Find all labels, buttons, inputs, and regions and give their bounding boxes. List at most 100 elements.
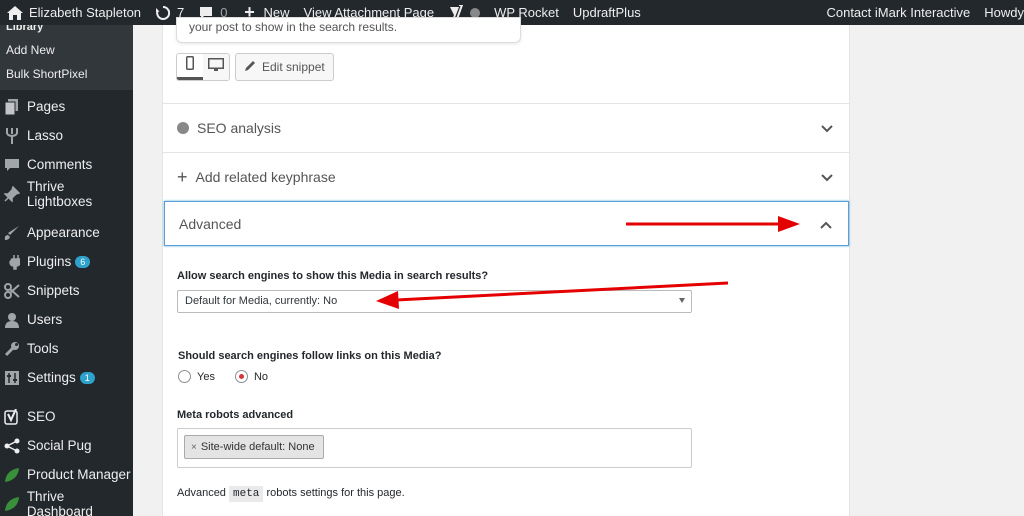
sidebar-item-label: Product Manager (27, 467, 131, 482)
mobile-preview-button[interactable] (177, 54, 203, 80)
seo-analysis-section[interactable]: SEO analysis (163, 103, 849, 151)
plugins-update-badge: 6 (75, 255, 91, 268)
sidebar-item-comments[interactable]: Comments (0, 150, 133, 179)
advanced-section[interactable]: Advanced (164, 201, 849, 246)
sidebar-item-label: Snippets (27, 283, 80, 298)
sidebar-item-snippets[interactable]: Snippets (0, 276, 133, 305)
users-icon (3, 311, 21, 329)
admin-bar-howdy[interactable]: Howdy (977, 0, 1024, 25)
meta-robots-chip[interactable]: × Site-wide default: None (184, 435, 324, 459)
sidebar-item-product-manager[interactable]: Product Manager (0, 460, 133, 489)
follow-yes-label: Yes (197, 370, 215, 383)
follow-no-label: No (253, 370, 269, 383)
sidebar-item-pages[interactable]: Pages (0, 92, 133, 121)
sidebar-item-lasso[interactable]: Lasso (0, 121, 133, 150)
meta-robots-help: Advanced meta robots settings for this p… (177, 486, 405, 502)
admin-bar-home[interactable]: Elizabeth Stapleton (0, 0, 148, 25)
media-submenu: Library Add New Bulk ShortPixel (0, 25, 133, 90)
submenu-add-new[interactable]: Add New (0, 38, 133, 62)
sidebar-item-seo[interactable]: SEO (0, 402, 133, 431)
chevron-down-icon (821, 169, 833, 185)
submenu-add-new-label: Add New (6, 43, 55, 57)
seo-analysis-label: SEO analysis (197, 119, 282, 136)
sidebar-item-label: SEO (27, 409, 56, 424)
comments-icon (3, 156, 21, 174)
admin-sidebar: Library Add New Bulk ShortPixel Pages La… (0, 25, 133, 516)
allow-search-label: Allow search engines to show this Media … (177, 270, 489, 282)
sidebar-item-social-pug[interactable]: Social Pug (0, 431, 133, 460)
sidebar-item-thrive-dashboard[interactable]: Thrive Dashboard (0, 489, 133, 516)
follow-yes-radio[interactable] (178, 370, 191, 383)
advanced-label: Advanced (179, 215, 242, 232)
leaf-icon (3, 495, 21, 513)
sidebar-item-settings[interactable]: Settings 1 (0, 363, 133, 392)
sidebar-item-users[interactable]: Users (0, 305, 133, 334)
submenu-bulk-shortpixel-label: Bulk ShortPixel (6, 67, 88, 81)
appearance-icon (3, 224, 21, 242)
allow-search-value: Default for Media, currently: No (185, 295, 338, 307)
sidebar-item-tools[interactable]: Tools (0, 334, 133, 363)
right-column (890, 25, 1024, 516)
lasso-icon (3, 127, 21, 145)
edit-snippet-button[interactable]: Edit snippet (235, 53, 334, 81)
desktop-icon (208, 57, 224, 77)
pages-icon (3, 98, 21, 116)
meta-robots-chip-label: Site-wide default: None (200, 441, 315, 453)
submenu-library[interactable]: Library (0, 25, 133, 38)
follow-links-radios: Yes No (178, 370, 268, 383)
chevron-up-icon (820, 216, 832, 232)
sidebar-item-label: Appearance (27, 225, 100, 240)
seo-score-dot-icon (177, 121, 189, 134)
related-keyphrase-label: Add related keyphrase (195, 168, 336, 185)
sidebar-item-label: Tools (27, 341, 59, 356)
site-user-name: Elizabeth Stapleton (29, 5, 142, 20)
submenu-library-label: Library (6, 25, 44, 33)
settings-icon (3, 369, 21, 387)
sidebar-item-label: Comments (27, 157, 93, 172)
leaf-icon (3, 466, 21, 484)
snippet-preview: your post to show in the search results. (176, 17, 521, 43)
contact-label: Contact iMark Interactive (826, 5, 971, 20)
meta-robots-label: Meta robots advanced (177, 409, 294, 421)
howdy-label: Howdy (984, 5, 1024, 20)
chip-remove-icon[interactable]: × (191, 442, 197, 453)
related-keyphrase-section[interactable]: + Add related keyphrase (163, 152, 849, 200)
select-arrow-icon (679, 298, 685, 303)
share-icon (3, 437, 21, 455)
pin-icon (3, 185, 21, 203)
admin-bar-contact[interactable]: Contact iMark Interactive (819, 0, 977, 25)
pencil-icon (244, 60, 256, 75)
yoast-seo-panel: your post to show in the search results.… (162, 17, 850, 516)
sidebar-item-label: Pages (27, 99, 66, 114)
yoast-icon (3, 408, 21, 426)
follow-links-label: Should search engines follow links on th… (178, 350, 442, 362)
sidebar-item-label: Thrive Lightboxes (26, 178, 93, 209)
desktop-preview-button[interactable] (203, 54, 229, 80)
tools-icon (3, 340, 21, 358)
sidebar-item-appearance[interactable]: Appearance (0, 218, 133, 247)
sidebar-item-plugins[interactable]: Plugins 6 (0, 247, 133, 276)
meta-robots-multiselect[interactable]: × Site-wide default: None (177, 428, 692, 468)
admin-bar-updraft[interactable]: UpdraftPlus (566, 0, 648, 25)
help-code: meta (229, 486, 264, 502)
submenu-bulk-shortpixel[interactable]: Bulk ShortPixel (0, 62, 133, 86)
snippets-icon (3, 282, 21, 300)
snippet-text: your post to show in the search results. (189, 20, 398, 34)
follow-no-radio[interactable] (234, 370, 248, 383)
sidebar-item-label: Thrive Dashboard (26, 488, 93, 516)
status-dot-icon (470, 7, 481, 18)
sidebar-item-label: Social Pug (27, 438, 92, 453)
sidebar-item-label: Settings (27, 370, 76, 385)
mobile-icon (186, 56, 194, 75)
settings-update-badge: 1 (79, 371, 95, 384)
snippet-controls: Edit snippet (176, 53, 334, 81)
edit-snippet-label: Edit snippet (262, 60, 325, 74)
chevron-down-icon (821, 120, 833, 136)
plugins-icon (3, 253, 21, 271)
help-suffix: robots settings for this page. (266, 487, 405, 499)
home-icon (7, 5, 23, 21)
plus-icon: + (177, 166, 188, 187)
allow-search-select[interactable]: Default for Media, currently: No (177, 290, 692, 313)
updates-icon (155, 5, 171, 21)
sidebar-item-thrive-lightboxes[interactable]: Thrive Lightboxes (0, 178, 133, 209)
